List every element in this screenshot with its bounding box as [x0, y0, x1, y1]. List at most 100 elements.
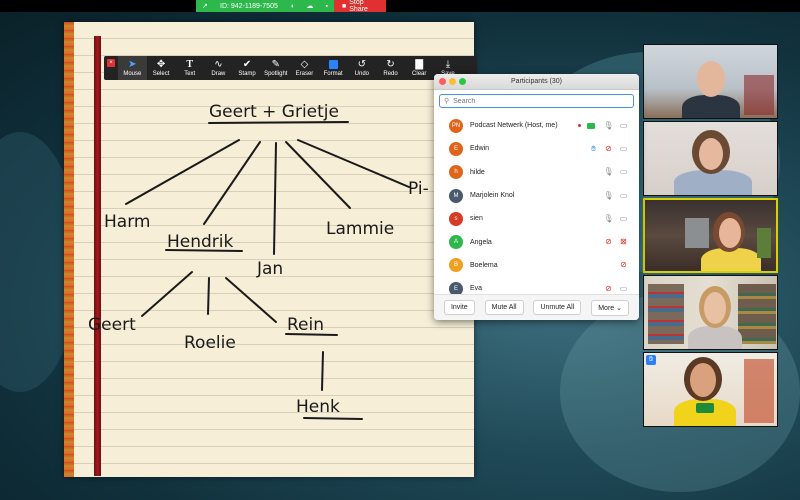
participant-row[interactable]: PN Podcast Netwerk (Host, me) 🎙︎ ▭: [434, 114, 639, 137]
name-hendrik: Hendrik: [167, 232, 234, 252]
name-lammie: Lammie: [326, 219, 394, 239]
participants-panel: Participants (30) ⚲ PN Podcast Netwerk (…: [434, 74, 639, 320]
tool-draw[interactable]: ∿ Draw: [204, 56, 233, 80]
participant-video: [690, 363, 716, 397]
video-camera-icon[interactable]: ▭: [618, 144, 629, 154]
stop-share-button[interactable]: ■ Stop Share: [334, 0, 386, 13]
microphone-muted-icon[interactable]: ⊘: [603, 237, 614, 247]
tool-redo[interactable]: ↻ Redo: [376, 56, 405, 80]
participant-video: [704, 292, 726, 324]
tool-undo[interactable]: ↺ Undo: [348, 56, 377, 80]
video-tile[interactable]: ✋︎: [643, 352, 778, 427]
avatar: h: [449, 165, 463, 180]
participant-search[interactable]: ⚲: [439, 94, 634, 108]
name-root: Geert + Grietje: [209, 102, 339, 122]
branch-henk: [321, 351, 324, 391]
search-input[interactable]: [453, 97, 624, 105]
video-tile[interactable]: [643, 121, 778, 196]
panel-titlebar[interactable]: Participants (30): [434, 74, 639, 90]
participant-row[interactable]: M Marjolein Knol 🎙︎ ▭: [434, 184, 639, 207]
stop-square-icon: ■: [342, 2, 347, 10]
draw-squiggle-icon: ∿: [214, 59, 223, 70]
microphone-icon[interactable]: 🎙︎: [603, 191, 614, 201]
henk-underline: [303, 417, 363, 420]
share-status-bar: ↗ ID: 942-1189-7505 ◖ ☁ ▪ ■ Stop Share: [196, 0, 386, 13]
video-camera-icon[interactable]: ▭: [618, 167, 629, 177]
microphone-muted-icon[interactable]: ⊘: [603, 284, 614, 294]
video-camera-icon[interactable]: ▭: [618, 214, 629, 224]
participant-name: Angela: [470, 238, 492, 246]
participant-row[interactable]: E Eva ⊘ ▭: [434, 277, 639, 294]
participant-row[interactable]: B Boelema ⊘: [434, 254, 639, 277]
tool-mouse[interactable]: ➤ Mouse: [118, 56, 147, 80]
raised-hand-icon: ✋︎: [646, 355, 656, 365]
video-camera-icon[interactable]: ▭: [618, 284, 629, 294]
participant-row[interactable]: A Angela ⊘ ⊠: [434, 230, 639, 253]
sharing-icon: ↗: [202, 2, 208, 10]
video-tile[interactable]: [643, 44, 778, 119]
video-camera-icon[interactable]: ▭: [618, 191, 629, 201]
participant-name: Podcast Netwerk (Host, me): [470, 122, 558, 130]
close-annotation-icon[interactable]: ×: [107, 59, 115, 67]
tool-clear[interactable]: ▇ Clear: [405, 56, 434, 80]
tool-eraser[interactable]: ◇ Eraser: [290, 56, 319, 80]
avatar: PN: [449, 118, 463, 133]
mouse-pointer-icon: ➤: [128, 59, 137, 70]
tool-stamp[interactable]: ✔ Stamp: [233, 56, 262, 80]
save-icon: ⤓: [445, 59, 451, 70]
panel-footer: Invite Mute All Unmute All More ⌄: [434, 294, 639, 320]
branch-roelie: [207, 277, 210, 315]
room-background: [685, 218, 709, 248]
video-tile[interactable]: [643, 275, 778, 350]
redo-icon: ↻: [386, 59, 395, 70]
participant-video: [682, 95, 740, 118]
room-background: [744, 75, 774, 115]
stop-share-label: Stop Share: [349, 0, 368, 13]
video-tile-active-speaker[interactable]: [643, 198, 778, 273]
bookshelf: [648, 284, 684, 344]
microphone-muted-icon[interactable]: ⊘: [603, 144, 614, 154]
recording-icon: [578, 124, 581, 128]
plant: [757, 228, 771, 258]
video-camera-icon[interactable]: ▭: [618, 121, 629, 131]
unmute-all-button[interactable]: Unmute All: [533, 300, 582, 315]
more-button[interactable]: More ⌄: [591, 299, 629, 316]
participant-video: [674, 170, 752, 195]
participant-name: Eva: [470, 285, 483, 293]
select-move-icon: ✥: [156, 59, 166, 70]
participant-video: [719, 218, 741, 248]
window-zoom-icon[interactable]: [459, 78, 466, 85]
avatar: B: [449, 258, 463, 273]
tool-select[interactable]: ✥ Select: [147, 56, 176, 80]
microphone-muted-icon[interactable]: ⊘: [618, 260, 629, 270]
room-background: [744, 359, 774, 423]
participant-name: Edwin: [470, 145, 490, 153]
branch-lammie: [285, 141, 351, 209]
text-icon: T: [186, 59, 194, 70]
invite-button[interactable]: Invite: [443, 300, 475, 315]
trash-icon: ▇: [415, 59, 424, 70]
name-henk: Henk: [296, 397, 340, 417]
participant-row[interactable]: h hilde 🎙︎ ▭: [434, 161, 639, 184]
audio-icon[interactable]: ◖: [290, 3, 294, 10]
video-off-icon[interactable]: ⊠: [618, 237, 629, 247]
microphone-icon[interactable]: 🎙︎: [603, 121, 614, 131]
participant-row[interactable]: s sien 🎙︎ ▭: [434, 207, 639, 230]
window-close-icon[interactable]: [439, 78, 446, 85]
participant-video: [697, 61, 725, 97]
tool-text[interactable]: T Text: [175, 56, 204, 80]
tool-format[interactable]: Format: [319, 56, 348, 80]
participant-name: hilde: [470, 168, 485, 176]
tool-spotlight[interactable]: ✎ Spotlight: [261, 56, 290, 80]
avatar: E: [449, 281, 463, 294]
microphone-icon[interactable]: 🎙︎: [603, 214, 614, 224]
mute-all-button[interactable]: Mute All: [484, 300, 524, 315]
window-minimize-icon[interactable]: [449, 78, 456, 85]
participant-name: Boelema: [470, 261, 498, 269]
participant-name: Marjolein Knol: [470, 192, 515, 200]
undo-icon: ↺: [357, 59, 367, 70]
microphone-icon[interactable]: 🎙︎: [603, 167, 614, 177]
share-status[interactable]: ↗ ID: 942-1189-7505 ◖ ☁ ▪: [196, 0, 334, 12]
participant-row[interactable]: E Edwin ✋︎ ⊘ ▭: [434, 137, 639, 160]
spotlight-icon: ✎: [271, 59, 280, 70]
